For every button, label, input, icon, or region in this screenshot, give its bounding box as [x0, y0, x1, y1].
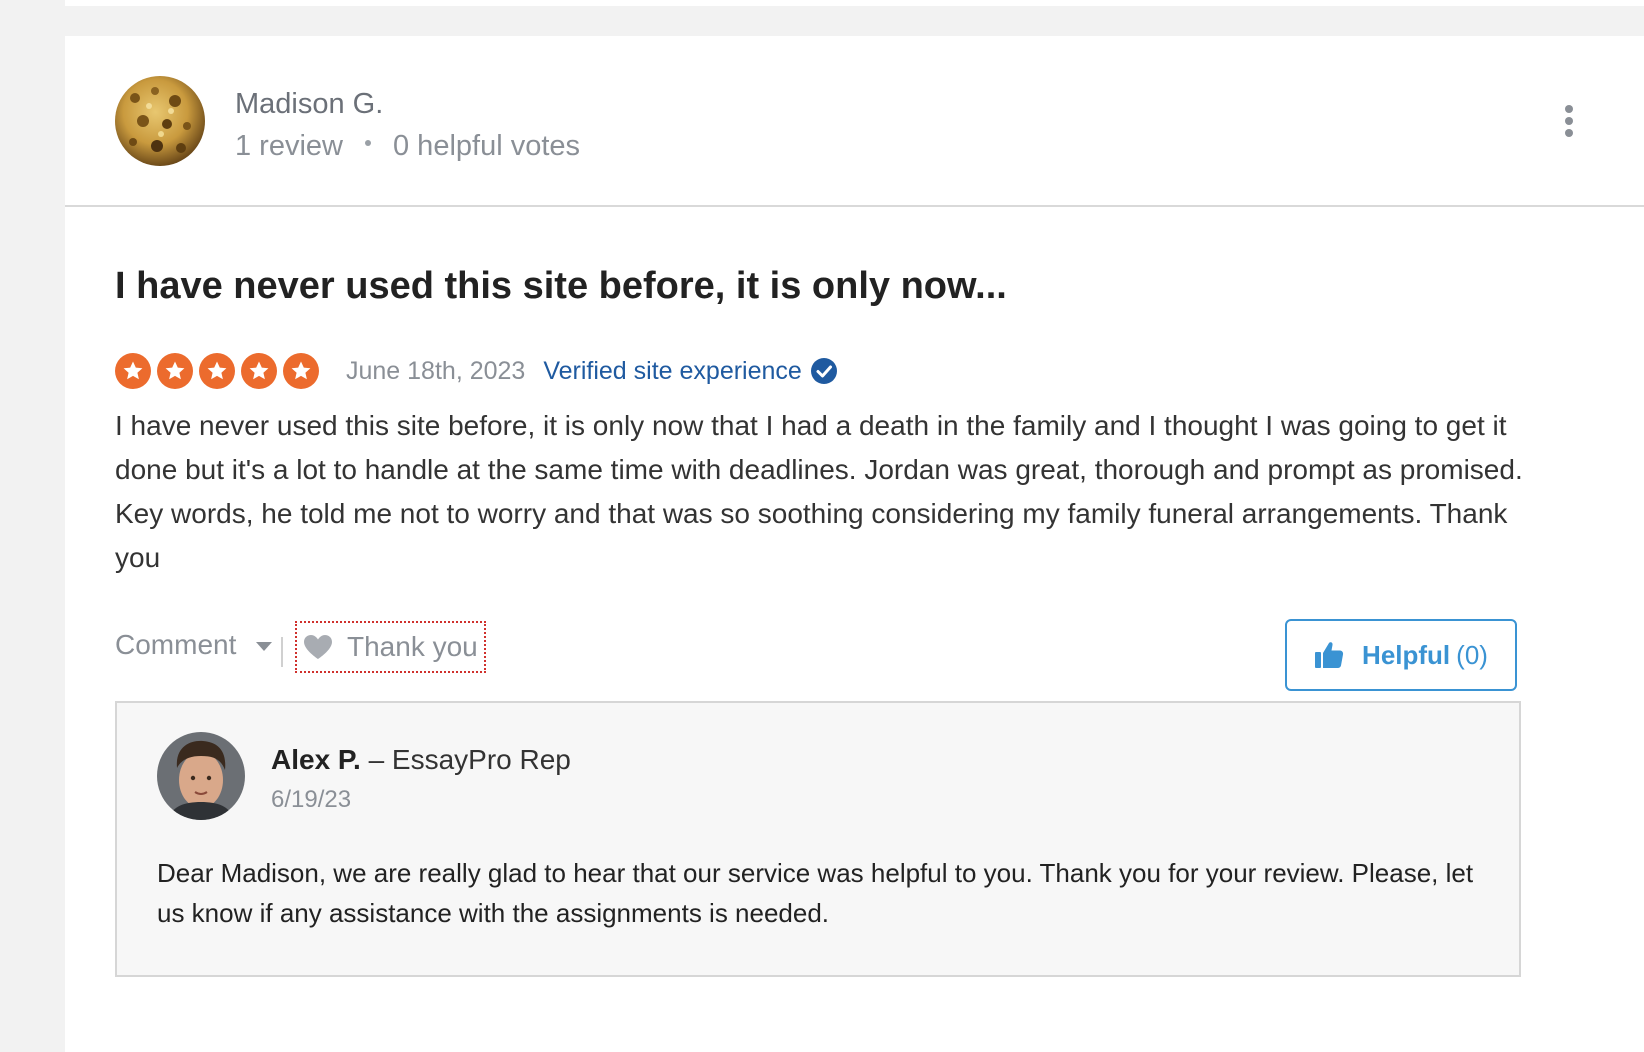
verified-label: Verified site experience	[543, 356, 802, 385]
rep-date: 6/19/23	[271, 786, 352, 813]
star-icon	[241, 353, 277, 389]
thank-you-button[interactable]: Thank you	[295, 621, 486, 673]
review-meta: June 18th, 2023 Verified site experience	[115, 351, 838, 391]
action-divider	[281, 637, 283, 667]
previous-card-edge	[65, 0, 1644, 6]
rep-name: Alex P.	[271, 744, 361, 775]
comment-label: Comment	[115, 629, 237, 660]
review-card-header: Madison G. 1 review 0 helpful votes	[65, 36, 1644, 207]
rep-avatar	[157, 732, 245, 820]
helpful-count: (0)	[1456, 639, 1488, 670]
comment-button[interactable]: Comment	[115, 629, 273, 661]
check-circle-icon	[810, 358, 837, 384]
review-card: Madison G. 1 review 0 helpful votes I ha…	[65, 36, 1644, 1052]
review-title: I have never used this site before, it i…	[115, 265, 1007, 307]
verified-badge[interactable]: Verified site experience	[543, 357, 837, 386]
reviewer-stats: 1 review 0 helpful votes	[235, 130, 580, 163]
helpful-label: Helpful	[1362, 639, 1451, 670]
caret-down-icon	[256, 642, 273, 651]
star-icon	[283, 353, 319, 389]
thank-you-label: Thank you	[347, 631, 478, 662]
rep-header: Alex P. – EssayPro Rep	[271, 744, 571, 776]
review-actions: Comment Thank you Helpful (0)	[115, 619, 1565, 691]
reviewer-helpful-votes: 0 helpful votes	[393, 130, 581, 162]
separator-dot	[365, 139, 371, 146]
more-vertical-icon[interactable]	[1559, 104, 1579, 138]
reviewer-name[interactable]: Madison G.	[235, 88, 383, 121]
reviewer-avatar[interactable]	[115, 76, 205, 166]
star-icon	[115, 353, 151, 389]
helpful-button[interactable]: Helpful (0)	[1285, 619, 1517, 691]
review-date: June 18th, 2023	[346, 356, 526, 385]
reviewer-review-count: 1 review	[235, 130, 343, 162]
heart-icon	[304, 635, 332, 659]
rep-role: – EssayPro Rep	[368, 744, 571, 775]
review-body: I have never used this site before, it i…	[115, 410, 1523, 573]
thumbs-up-icon	[1315, 642, 1344, 668]
rep-body: Dear Madison, we are really glad to hear…	[157, 858, 1474, 928]
company-reply: Alex P. – EssayPro Rep 6/19/23 Dear Madi…	[115, 701, 1521, 977]
star-icon	[157, 353, 193, 389]
star-icon	[199, 353, 235, 389]
star-rating	[115, 353, 325, 389]
